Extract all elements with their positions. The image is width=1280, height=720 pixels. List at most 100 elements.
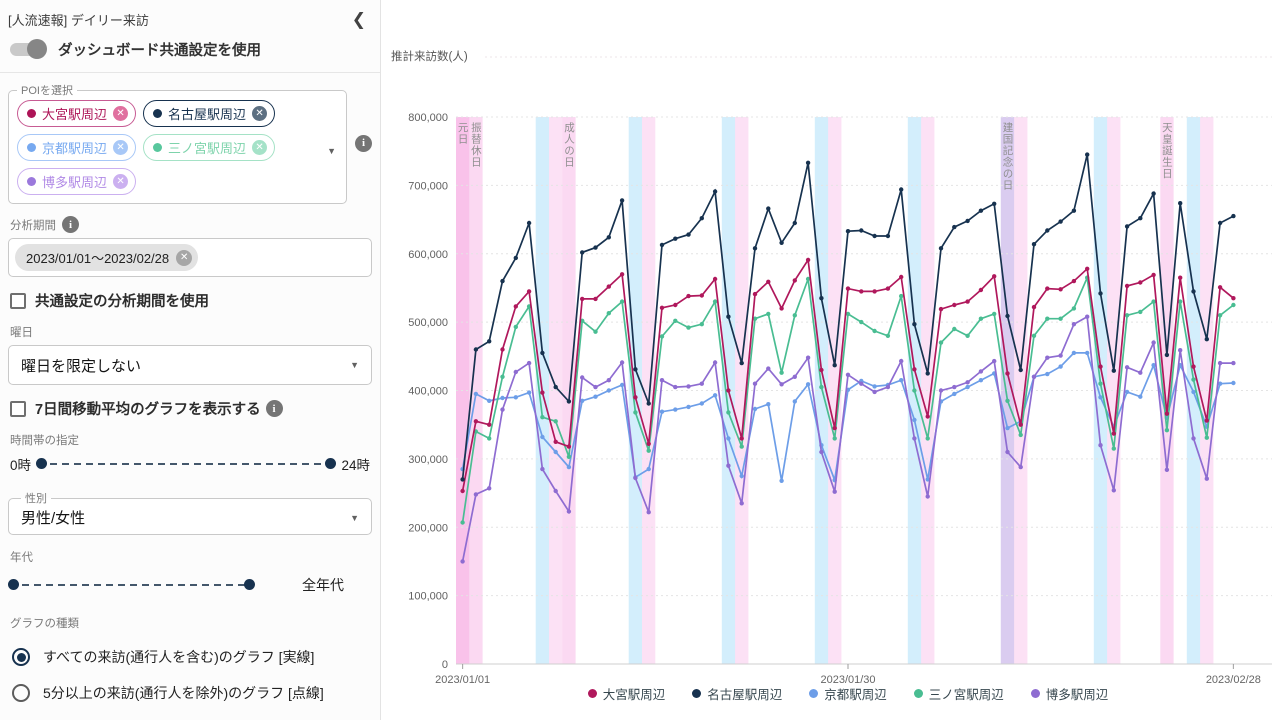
data-point[interactable] [872, 234, 876, 238]
data-point[interactable] [819, 450, 823, 454]
legend-item[interactable]: 三ノ宮駅周辺 [914, 684, 1004, 703]
data-point[interactable] [899, 359, 903, 363]
data-point[interactable] [620, 299, 624, 303]
data-point[interactable] [926, 494, 930, 498]
data-point[interactable] [793, 399, 797, 403]
data-point[interactable] [1045, 372, 1049, 376]
data-point[interactable] [554, 385, 558, 389]
data-point[interactable] [660, 243, 664, 247]
data-point[interactable] [965, 385, 969, 389]
data-point[interactable] [527, 289, 531, 293]
data-point[interactable] [779, 306, 783, 310]
data-point[interactable] [647, 467, 651, 471]
data-point[interactable] [607, 284, 611, 288]
data-point[interactable] [686, 232, 690, 236]
poi-chip[interactable]: 大宮駅周辺✕ [17, 100, 136, 127]
data-point[interactable] [740, 474, 744, 478]
data-point[interactable] [1098, 382, 1102, 386]
data-point[interactable] [793, 375, 797, 379]
data-point[interactable] [819, 385, 823, 389]
data-point[interactable] [713, 189, 717, 193]
data-point[interactable] [686, 325, 690, 329]
data-point[interactable] [1058, 287, 1062, 291]
data-point[interactable] [593, 385, 597, 389]
data-point[interactable] [1019, 465, 1023, 469]
data-point[interactable] [1098, 395, 1102, 399]
data-point[interactable] [992, 312, 996, 316]
data-point[interactable] [1098, 443, 1102, 447]
data-point[interactable] [926, 371, 930, 375]
data-point[interactable] [740, 444, 744, 448]
data-point[interactable] [1085, 315, 1089, 319]
data-point[interactable] [527, 221, 531, 225]
close-icon[interactable]: ✕ [176, 250, 192, 266]
data-point[interactable] [1205, 436, 1209, 440]
data-point[interactable] [580, 250, 584, 254]
data-point[interactable] [1165, 412, 1169, 416]
data-point[interactable] [912, 322, 916, 326]
data-point[interactable] [833, 363, 837, 367]
data-point[interactable] [487, 339, 491, 343]
data-point[interactable] [540, 390, 544, 394]
info-icon[interactable]: i [266, 400, 283, 417]
data-point[interactable] [1032, 305, 1036, 309]
poi-chip[interactable]: 三ノ宮駅周辺✕ [143, 134, 275, 161]
data-point[interactable] [1151, 340, 1155, 344]
data-point[interactable] [846, 229, 850, 233]
data-point[interactable] [713, 360, 717, 364]
data-point[interactable] [1005, 450, 1009, 454]
data-point[interactable] [779, 241, 783, 245]
data-point[interactable] [607, 235, 611, 239]
data-point[interactable] [1005, 314, 1009, 318]
data-point[interactable] [859, 382, 863, 386]
data-point[interactable] [753, 246, 757, 250]
data-point[interactable] [700, 293, 704, 297]
data-point[interactable] [979, 369, 983, 373]
data-point[interactable] [779, 479, 783, 483]
data-point[interactable] [872, 384, 876, 388]
data-point[interactable] [992, 202, 996, 206]
data-point[interactable] [1072, 209, 1076, 213]
data-point[interactable] [620, 360, 624, 364]
data-point[interactable] [939, 246, 943, 250]
data-point[interactable] [859, 289, 863, 293]
data-point[interactable] [1151, 191, 1155, 195]
data-point[interactable] [979, 288, 983, 292]
data-point[interactable] [1019, 433, 1023, 437]
data-point[interactable] [487, 399, 491, 403]
data-point[interactable] [567, 509, 571, 513]
data-point[interactable] [793, 221, 797, 225]
data-point[interactable] [567, 444, 571, 448]
data-point[interactable] [1098, 364, 1102, 368]
data-point[interactable] [1112, 431, 1116, 435]
data-point[interactable] [607, 378, 611, 382]
data-point[interactable] [633, 395, 637, 399]
data-point[interactable] [740, 501, 744, 505]
data-point[interactable] [912, 388, 916, 392]
data-point[interactable] [1191, 390, 1195, 394]
data-point[interactable] [1072, 279, 1076, 283]
data-point[interactable] [514, 304, 518, 308]
data-point[interactable] [593, 330, 597, 334]
data-point[interactable] [1231, 214, 1235, 218]
data-point[interactable] [487, 423, 491, 427]
data-point[interactable] [992, 359, 996, 363]
data-point[interactable] [580, 375, 584, 379]
data-point[interactable] [540, 467, 544, 471]
data-point[interactable] [660, 306, 664, 310]
data-point[interactable] [886, 334, 890, 338]
data-point[interactable] [952, 392, 956, 396]
data-point[interactable] [806, 161, 810, 165]
data-point[interactable] [713, 299, 717, 303]
data-point[interactable] [740, 436, 744, 440]
data-point[interactable] [700, 401, 704, 405]
data-point[interactable] [926, 414, 930, 418]
data-point[interactable] [1005, 426, 1009, 430]
data-point[interactable] [753, 292, 757, 296]
data-point[interactable] [673, 407, 677, 411]
data-point[interactable] [713, 277, 717, 281]
data-point[interactable] [460, 520, 464, 524]
data-point[interactable] [1138, 216, 1142, 220]
data-point[interactable] [1191, 436, 1195, 440]
data-point[interactable] [686, 384, 690, 388]
